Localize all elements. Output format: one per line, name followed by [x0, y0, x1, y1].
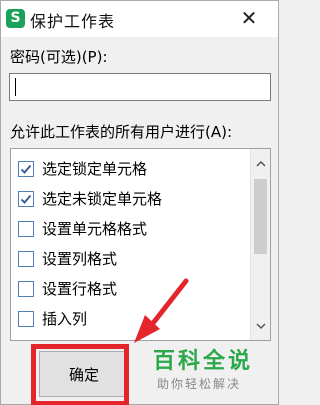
checkmark-icon: [20, 194, 32, 204]
checkbox-format-columns[interactable]: [18, 251, 34, 267]
list-item-label: 选定未锁定单元格: [42, 190, 163, 208]
permissions-list: 选定锁定单元格 选定未锁定单元格 设置单元格格式 设置列格式 设置行格式 插入列: [10, 148, 271, 341]
checkbox-select-unlocked-cells[interactable]: [18, 191, 34, 207]
checkbox-select-locked-cells[interactable]: [18, 161, 34, 177]
watermark-subtitle: 助你轻松解决: [157, 377, 242, 391]
password-input[interactable]: [9, 73, 271, 101]
list-item[interactable]: 选定未锁定单元格: [11, 185, 247, 215]
checkbox-insert-columns[interactable]: [18, 311, 34, 327]
list-scrollbar[interactable]: [250, 149, 270, 340]
chevron-down-icon[interactable]: [254, 319, 268, 333]
watermark-logo: 百科全说 助你轻松解决: [149, 343, 277, 403]
list-item[interactable]: 选定锁定单元格: [11, 155, 247, 185]
checkbox-format-rows[interactable]: [18, 281, 34, 297]
ok-button[interactable]: 确定: [39, 351, 129, 397]
list-item-label: 设置行格式: [42, 280, 118, 298]
list-item-label: 设置单元格格式: [42, 220, 148, 238]
list-item-label: 插入列: [42, 310, 88, 328]
list-item[interactable]: 设置行格式: [11, 275, 247, 305]
wps-app-icon: S: [6, 9, 25, 28]
title-bar: S 保护工作表 ✕: [1, 1, 278, 37]
password-label: 密码(可选)(P):: [10, 48, 108, 66]
checkbox-format-cells[interactable]: [18, 221, 34, 237]
close-icon[interactable]: ✕: [235, 3, 263, 33]
list-item[interactable]: 设置单元格格式: [11, 215, 247, 245]
list-item-label: 设置列格式: [42, 250, 118, 268]
scrollbar-thumb[interactable]: [254, 179, 267, 254]
list-item-label: 选定锁定单元格: [42, 160, 148, 178]
chevron-up-icon[interactable]: [254, 157, 268, 171]
text-caret: [15, 78, 16, 96]
dialog-title: 保护工作表: [30, 12, 116, 31]
permissions-label: 允许此工作表的所有用户进行(A):: [10, 123, 233, 141]
protect-sheet-dialog: S 保护工作表 ✕ 密码(可选)(P): 允许此工作表的所有用户进行(A): 选…: [0, 0, 279, 405]
checkmark-icon: [20, 164, 32, 174]
watermark-title: 百科全说: [153, 349, 254, 374]
list-item[interactable]: 设置列格式: [11, 245, 247, 275]
list-item[interactable]: 插入列: [11, 305, 247, 335]
